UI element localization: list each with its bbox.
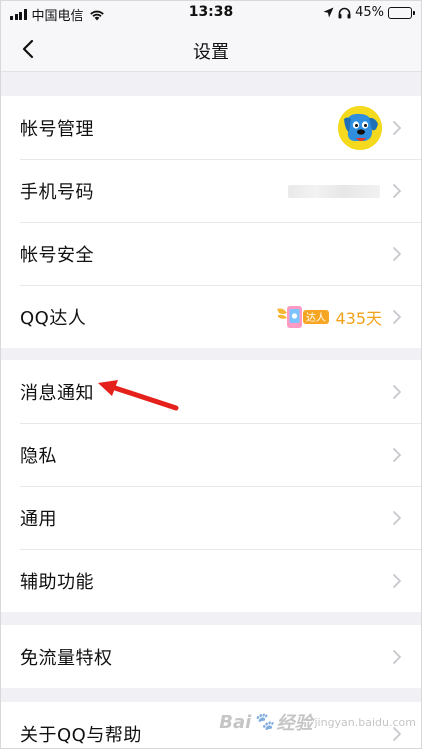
chevron-right-icon bbox=[393, 309, 401, 324]
watermark-sub: 经验 bbox=[276, 713, 313, 734]
chevron-right-icon bbox=[393, 649, 401, 664]
daren-days: 435天 bbox=[335, 308, 382, 328]
chevron-right-icon bbox=[393, 183, 401, 198]
settings-row-label: 帐号管理 bbox=[20, 118, 94, 140]
chevron-right-icon bbox=[393, 510, 401, 525]
settings-row-account-security[interactable]: 帐号安全 bbox=[0, 222, 422, 285]
chevron-right-icon bbox=[393, 573, 401, 588]
chevron-right-icon bbox=[393, 246, 401, 261]
headphones-icon bbox=[338, 7, 351, 18]
settings-row-qq-daren[interactable]: QQ达人 达人 435天 bbox=[0, 285, 422, 348]
battery-percent: 45% bbox=[355, 5, 384, 20]
masked-phone-value bbox=[288, 184, 380, 198]
daren-badge-text: 达人 bbox=[306, 312, 326, 324]
watermark-text: Bai bbox=[219, 711, 252, 733]
location-icon bbox=[323, 7, 334, 18]
daren-badge-icon: 达人 bbox=[277, 305, 330, 328]
settings-row-account-management[interactable]: 帐号管理 bbox=[0, 96, 422, 159]
chevron-right-icon bbox=[393, 447, 401, 462]
settings-row-label: 手机号码 bbox=[20, 181, 94, 203]
chevron-right-icon bbox=[393, 384, 401, 399]
settings-row-label: 辅助功能 bbox=[20, 571, 94, 593]
avatar bbox=[338, 105, 382, 150]
settings-row-privacy[interactable]: 隐私 bbox=[0, 423, 422, 486]
status-bar: 中国电信 13:38 45% bbox=[0, 0, 422, 26]
settings-row-notifications[interactable]: 消息通知 bbox=[0, 360, 422, 423]
status-right: 45% bbox=[323, 5, 415, 20]
watermark: Bai 🐾 经验 jingyan.baidu.com bbox=[219, 709, 416, 735]
battery-icon bbox=[388, 6, 415, 19]
settings-row-label: 帐号安全 bbox=[20, 244, 94, 266]
watermark-url: jingyan.baidu.com bbox=[314, 715, 416, 729]
settings-group-account: 帐号管理 手机号码 帐号安全 QQ达人 达人 435天 bbox=[0, 96, 422, 348]
settings-row-free-data[interactable]: 免流量特权 bbox=[0, 625, 422, 688]
settings-row-accessibility[interactable]: 辅助功能 bbox=[0, 549, 422, 612]
page-title: 设置 bbox=[193, 42, 229, 63]
nav-bar: 设置 bbox=[0, 26, 422, 72]
settings-row-label: 关于QQ与帮助 bbox=[20, 724, 142, 746]
settings-group-data-privilege: 免流量特权 bbox=[0, 625, 422, 688]
settings-group-general: 消息通知 隐私 通用 辅助功能 bbox=[0, 360, 422, 612]
settings-row-label: 通用 bbox=[20, 508, 57, 530]
settings-row-label: 免流量特权 bbox=[20, 647, 113, 669]
chevron-right-icon bbox=[393, 120, 401, 135]
settings-row-label: 消息通知 bbox=[20, 382, 94, 404]
daren-info: 达人 435天 bbox=[275, 303, 382, 331]
settings-row-label: 隐私 bbox=[20, 445, 57, 467]
settings-row-phone-number[interactable]: 手机号码 bbox=[0, 159, 422, 222]
paw-icon: 🐾 bbox=[253, 712, 275, 732]
settings-row-general[interactable]: 通用 bbox=[0, 486, 422, 549]
settings-row-label: QQ达人 bbox=[20, 307, 87, 329]
red-arrow-annotation bbox=[98, 380, 179, 411]
